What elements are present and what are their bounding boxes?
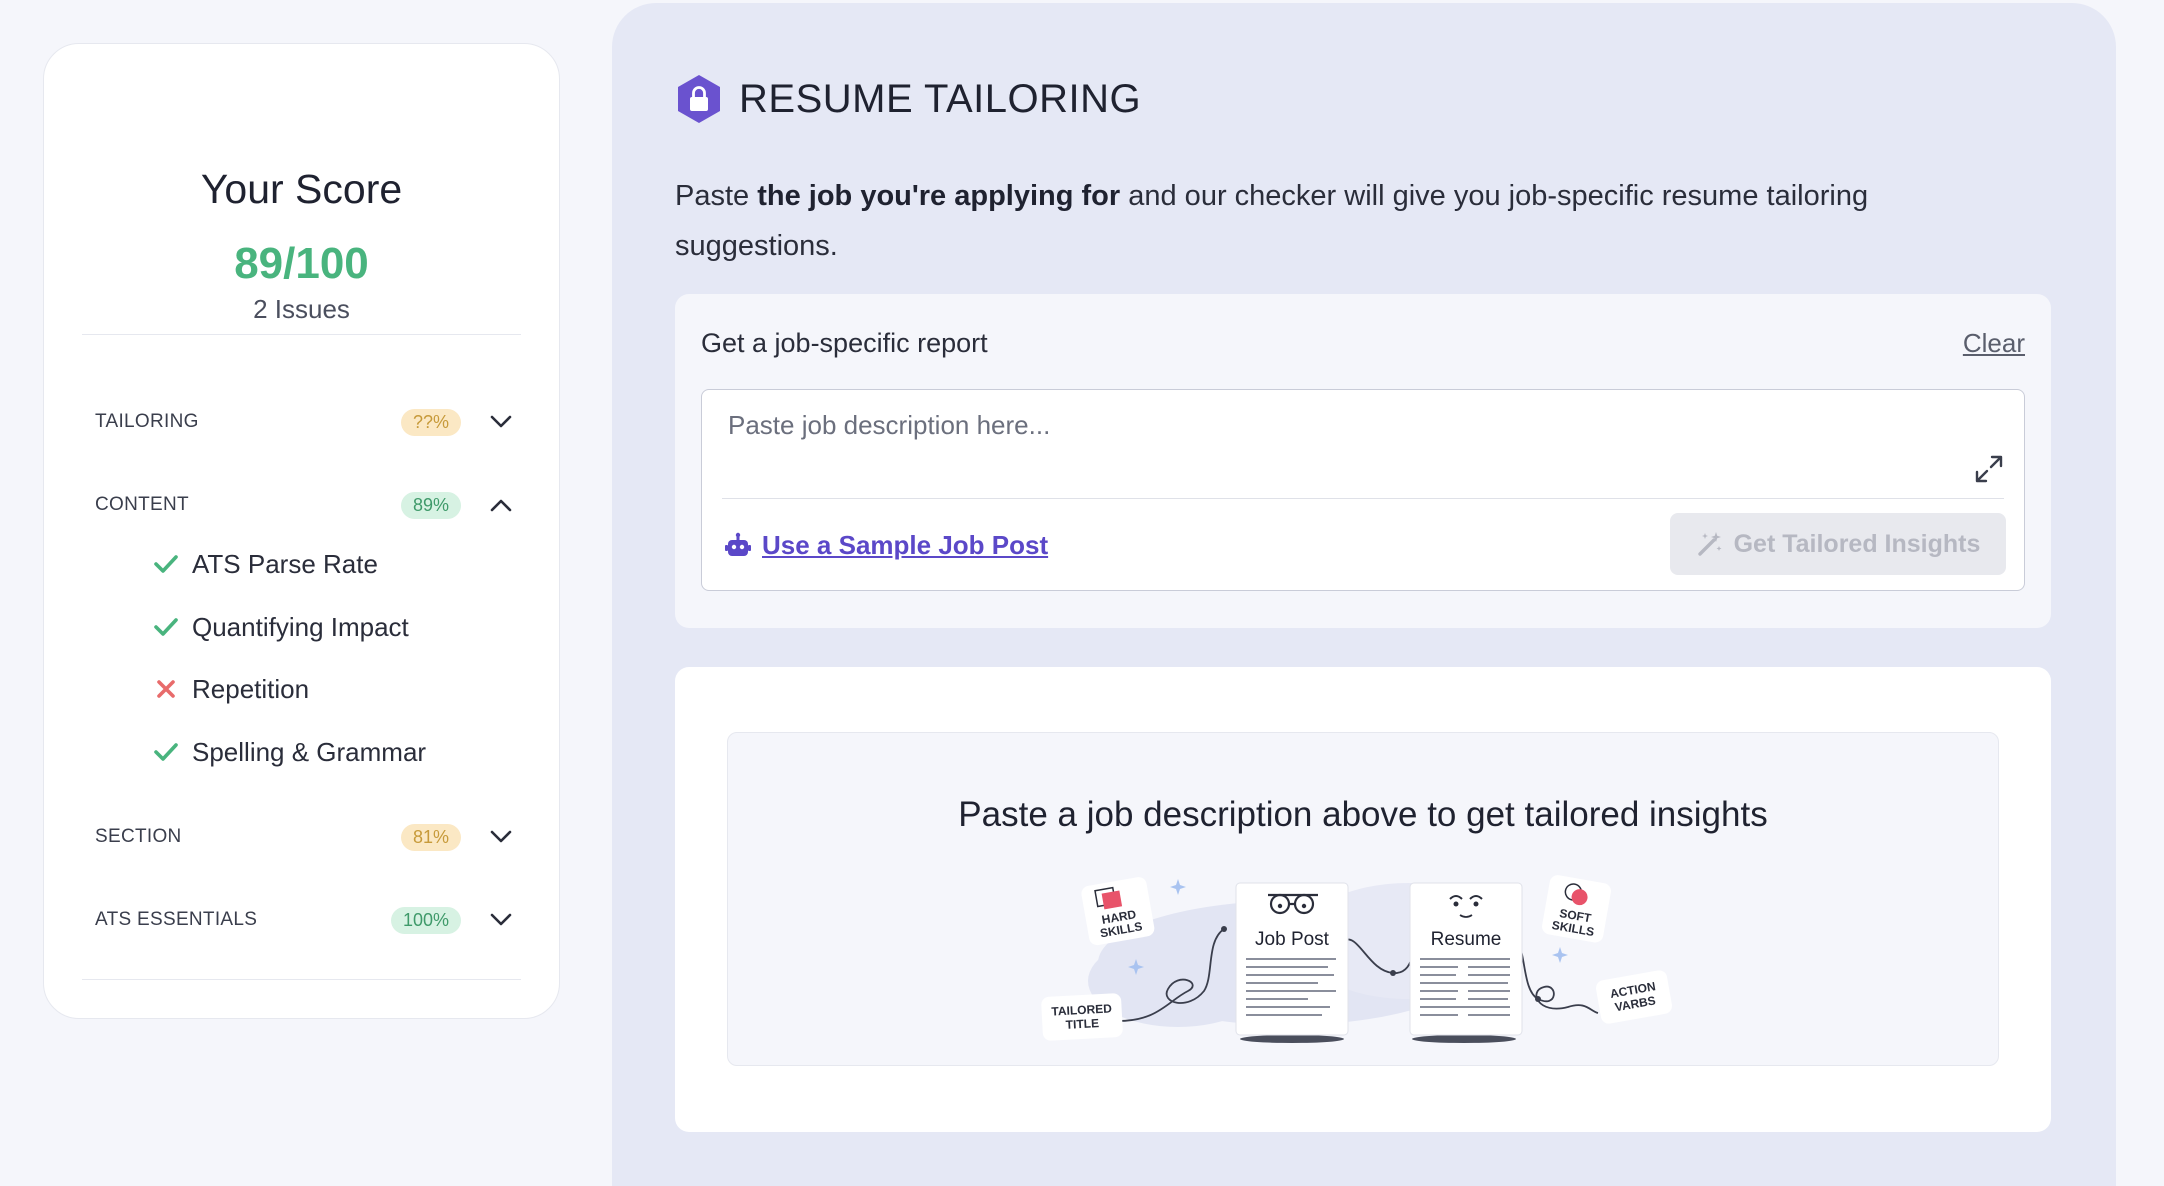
- divider: [82, 334, 521, 335]
- robot-icon: [725, 532, 751, 556]
- resume-tailoring-panel: RESUME TAILORING Paste the job you're ap…: [612, 3, 2116, 1186]
- insights-button-label: Get Tailored Insights: [1733, 529, 1981, 558]
- sample-link-label: Use a Sample Job Post: [762, 530, 1049, 560]
- score-title: Your Score: [200, 166, 403, 212]
- score-value: 89/100: [234, 239, 369, 288]
- magic-wand-icon: [1697, 532, 1722, 556]
- divider: [722, 498, 2004, 499]
- chevron-down-icon[interactable]: [487, 906, 515, 934]
- content-item-label: Quantifying Impact: [192, 611, 409, 642]
- chevron-down-icon[interactable]: [487, 408, 515, 436]
- lock-icon: [678, 75, 720, 123]
- check-icon: [152, 738, 180, 766]
- content-item-label: Repetition: [192, 673, 310, 704]
- section-heading: RESUME TAILORING: [675, 73, 1141, 125]
- insights-empty-state: Paste a job description above to get tai…: [727, 732, 1999, 1066]
- expand-icon[interactable]: [1972, 452, 2006, 486]
- content-item-label: ATS Parse Rate: [192, 548, 378, 579]
- clear-button[interactable]: Clear: [1963, 328, 2025, 359]
- category-ats-essentials[interactable]: ATS ESSENTIALS 100%: [95, 900, 515, 940]
- intro-prefix: Paste: [675, 180, 758, 212]
- issues-count: 2 Issues: [253, 294, 350, 324]
- score-panel: Your Score 89/100 2 Issues TAILORING ??%…: [43, 43, 560, 1019]
- category-badge: 81%: [400, 823, 461, 851]
- category-label: SECTION: [95, 826, 182, 847]
- category-content[interactable]: CONTENT 89%: [95, 485, 515, 525]
- category-label: CONTENT: [95, 494, 189, 515]
- doc-left-label: Job Post: [1255, 929, 1330, 950]
- content-item-ats-parse-rate[interactable]: ATS Parse Rate: [152, 544, 378, 584]
- content-item-repetition[interactable]: Repetition: [152, 669, 309, 709]
- use-sample-job-post-link[interactable]: Use a Sample Job Post: [724, 530, 1048, 561]
- cross-icon: [152, 675, 180, 703]
- category-label: ATS ESSENTIALS: [95, 909, 258, 930]
- job-report-card: Get a job-specific report Clear Paste jo…: [675, 294, 2051, 628]
- content-item-spelling-grammar[interactable]: Spelling & Grammar: [152, 732, 426, 772]
- insights-card: Paste a job description above to get tai…: [675, 667, 2051, 1132]
- category-badge: 100%: [390, 906, 461, 934]
- category-badge: ??%: [400, 408, 461, 436]
- content-item-label: Spelling & Grammar: [192, 736, 427, 767]
- chevron-up-icon[interactable]: [487, 491, 515, 519]
- intro-bold: the job you're applying for: [757, 180, 1121, 212]
- report-title: Get a job-specific report: [701, 328, 988, 358]
- empty-state-message: Paste a job description above to get tai…: [958, 795, 1768, 834]
- doc-right-label: Resume: [1431, 929, 1502, 950]
- category-label: TAILORING: [95, 411, 199, 432]
- check-icon: [152, 613, 180, 641]
- intro-text: Paste the job you're applying for and ou…: [675, 171, 1975, 271]
- tailoring-illustration: Job Post Resume HARD SKILLS SOFT SKILLS …: [1041, 875, 1673, 1043]
- category-tailoring[interactable]: TAILORING ??%: [95, 402, 515, 442]
- divider: [82, 979, 521, 980]
- category-badge: 89%: [400, 491, 461, 519]
- tag-title-line-2: TITLE: [1065, 1016, 1099, 1032]
- job-description-input[interactable]: Paste job description here... Use a Samp…: [701, 389, 2025, 591]
- page-title: RESUME TAILORING: [739, 76, 1142, 121]
- get-tailored-insights-button[interactable]: Get Tailored Insights: [1670, 513, 2006, 575]
- chevron-down-icon[interactable]: [487, 823, 515, 851]
- content-item-quantifying-impact[interactable]: Quantifying Impact: [152, 607, 409, 647]
- category-section[interactable]: SECTION 81%: [95, 817, 515, 857]
- check-icon: [152, 550, 180, 578]
- job-description-placeholder: Paste job description here...: [728, 410, 1051, 440]
